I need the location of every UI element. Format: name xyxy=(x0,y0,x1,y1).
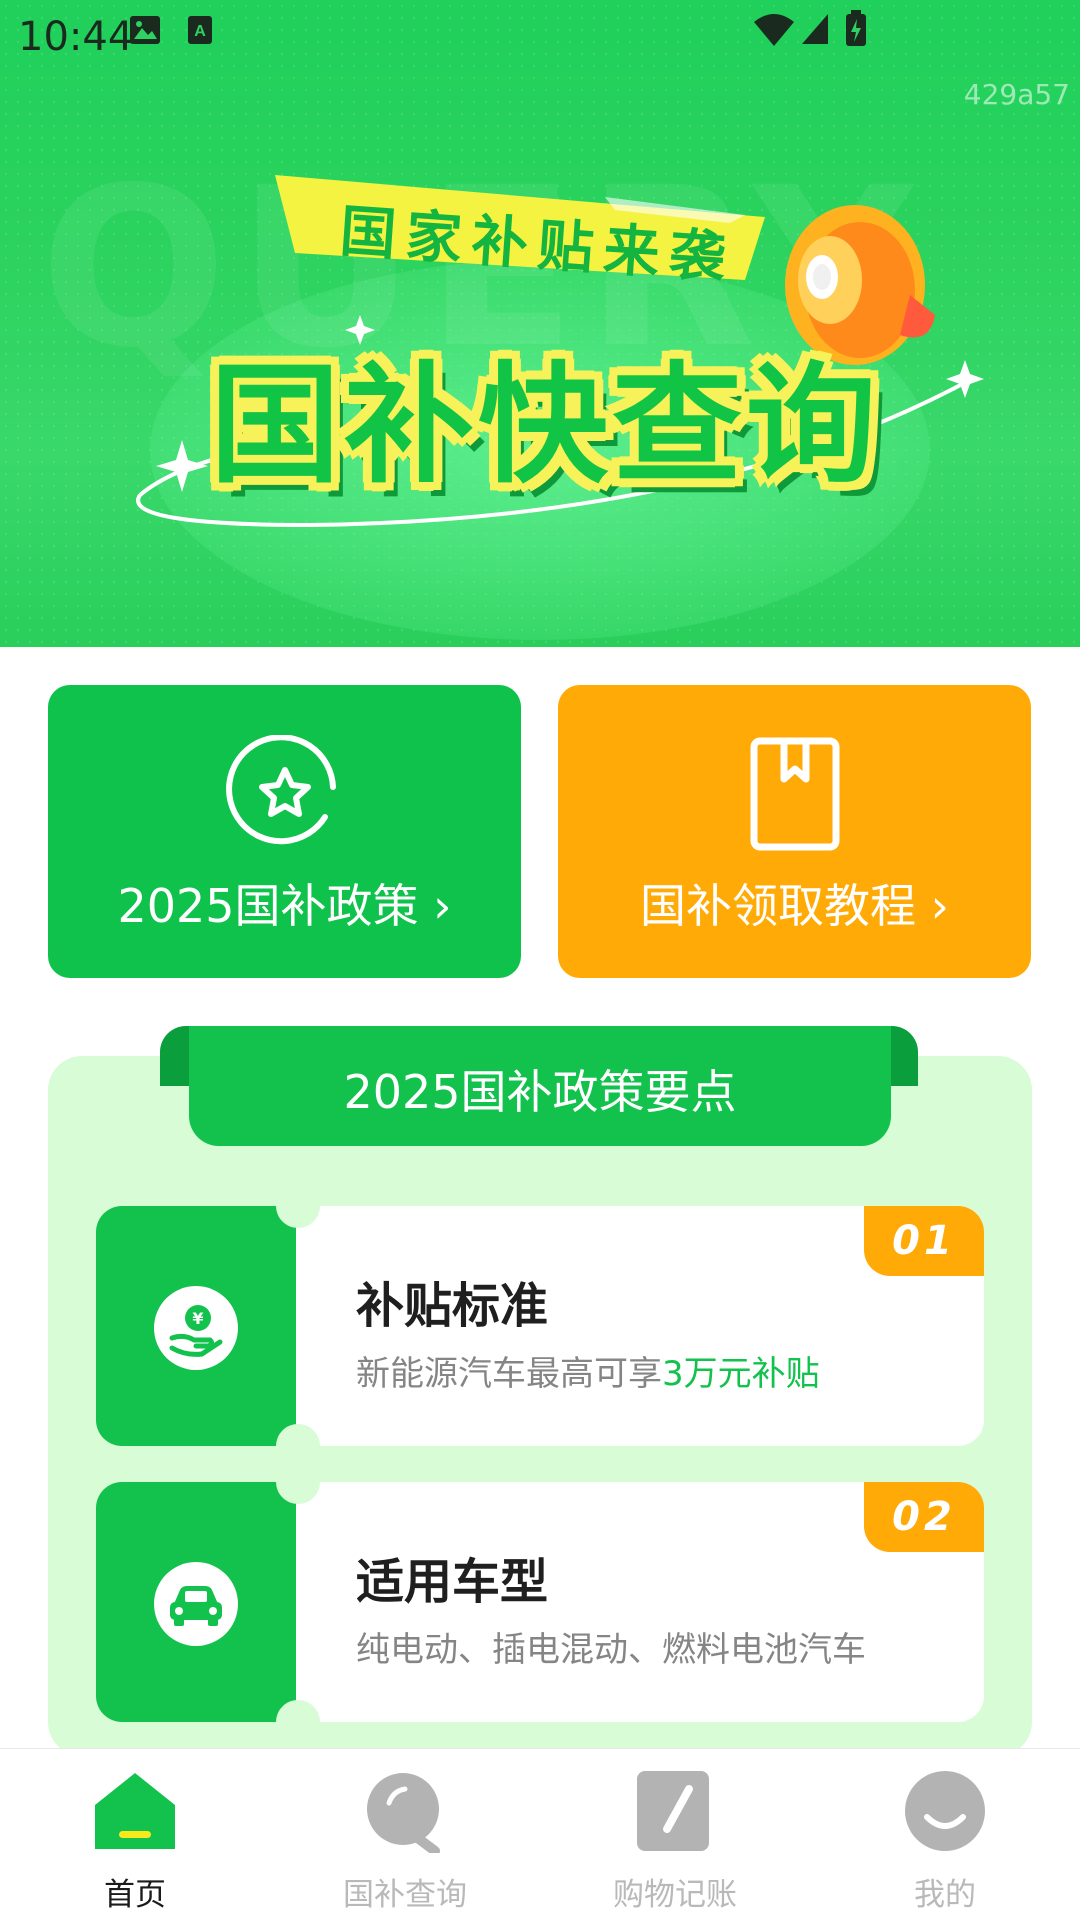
policy-item-desc: 纯电动、插电混动、燃料电池汽车 xyxy=(356,1630,866,1670)
card-claim-tutorial[interactable]: 国补领取教程 › xyxy=(558,685,1031,978)
policy-item-desc: 新能源汽车最高可享3万元补贴 xyxy=(356,1354,820,1394)
policy-item-title: 补贴标准 xyxy=(356,1278,549,1334)
policy-item-subsidy[interactable]: ¥ 补贴标准 新能源汽车最高可享3万元补贴 01 xyxy=(96,1184,984,1468)
policy-icon-circle xyxy=(154,1562,238,1646)
policy-item-icon-panel: ¥ xyxy=(96,1206,296,1446)
svg-text:¥: ¥ xyxy=(192,1309,203,1328)
home-icon xyxy=(95,1773,175,1849)
nav-search-label: 国补查询 xyxy=(343,1877,467,1913)
card-tutorial-label: 国补领取教程 › xyxy=(639,879,950,933)
debug-code: 429a57 xyxy=(963,78,1070,111)
book-bookmark-icon xyxy=(750,737,839,851)
policy-item-content: 补贴标准 新能源汽车最高可享3万元补贴 01 xyxy=(296,1206,984,1446)
policy-title: 2025国补政策要点 xyxy=(343,1065,737,1119)
policy-icon-circle: ¥ xyxy=(154,1286,238,1370)
profile-icon xyxy=(905,1771,985,1851)
image-icon xyxy=(130,16,160,44)
policy-item-title: 适用车型 xyxy=(356,1554,549,1610)
ticket-notch xyxy=(276,1460,320,1504)
policy-item-vehicle-types[interactable]: 适用车型 纯电动、插电混动、燃料电池汽车 02 xyxy=(96,1460,984,1744)
ticket-notch xyxy=(276,1700,320,1744)
svg-text:A: A xyxy=(194,23,206,40)
bottom-nav: 首页 国补查询 购物记账 我的 xyxy=(0,1748,1080,1921)
nav-ledger-label: 购物记账 xyxy=(613,1877,737,1913)
policy-item-number: 02 xyxy=(864,1482,984,1552)
search-icon xyxy=(367,1773,440,1853)
nav-home-label: 首页 xyxy=(104,1877,166,1913)
star-badge-icon xyxy=(225,735,336,845)
ticket-notch xyxy=(276,1184,320,1228)
signal-icon xyxy=(802,14,828,44)
car-icon xyxy=(170,1586,222,1626)
keyboard-icon: A xyxy=(188,16,212,44)
nav-profile[interactable]: 我的 xyxy=(810,1749,1080,1921)
policy-item-number: 01 xyxy=(864,1206,984,1276)
policy-item-icon-panel xyxy=(96,1482,296,1722)
nav-home[interactable]: 首页 xyxy=(0,1749,270,1921)
ledger-icon xyxy=(637,1771,709,1851)
status-time: 10:44 xyxy=(18,14,134,60)
battery-icon xyxy=(846,10,866,46)
card-policy-label: 2025国补政策 › xyxy=(117,879,452,933)
card-policy-2025[interactable]: 2025国补政策 › xyxy=(48,685,521,978)
money-hand-icon: ¥ xyxy=(169,1305,223,1357)
hero-title: 国补快查询 xyxy=(210,349,881,501)
nav-profile-label: 我的 xyxy=(914,1877,976,1913)
nav-ledger[interactable]: 购物记账 xyxy=(540,1749,810,1921)
nav-search[interactable]: 国补查询 xyxy=(270,1749,540,1921)
wifi-icon xyxy=(754,14,794,46)
policy-item-content: 适用车型 纯电动、插电混动、燃料电池汽车 02 xyxy=(296,1482,984,1722)
